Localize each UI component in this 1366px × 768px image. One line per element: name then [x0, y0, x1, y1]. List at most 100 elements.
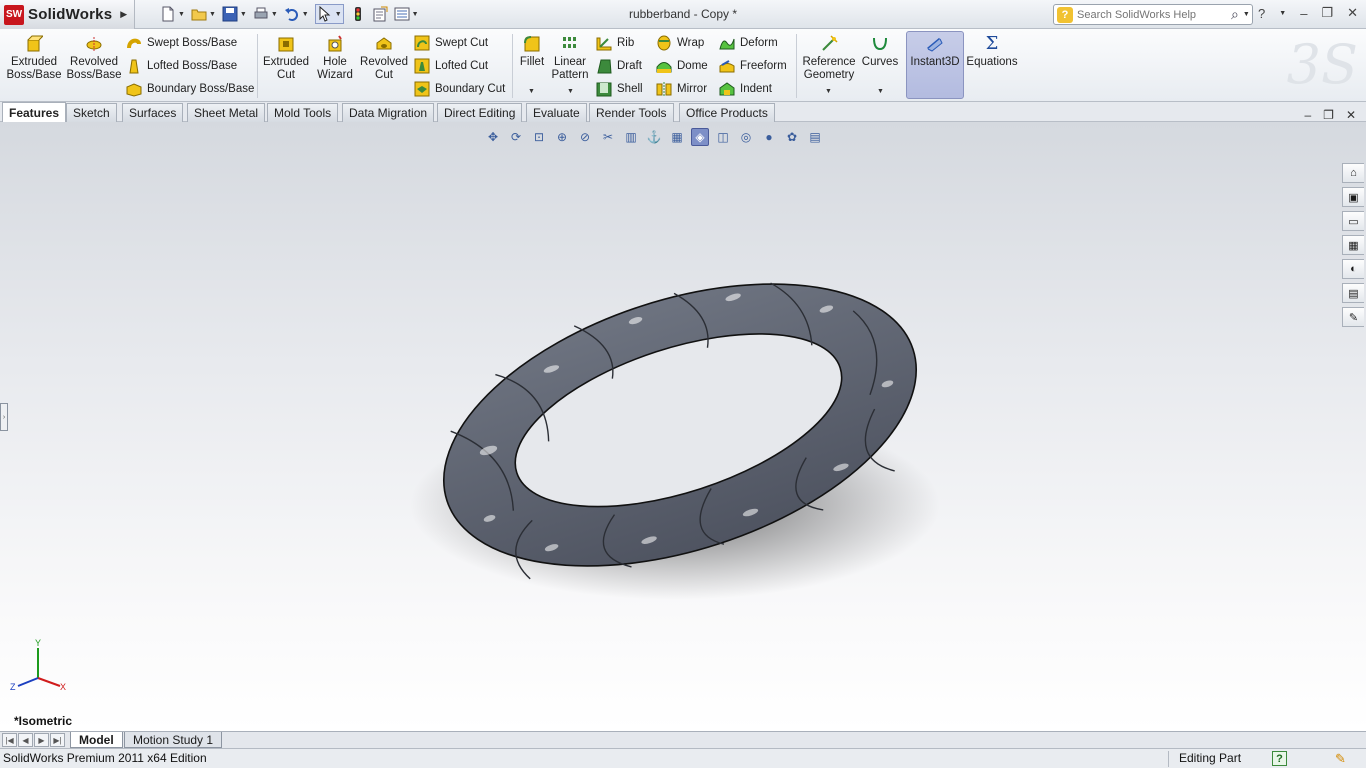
render-tools-icon[interactable]: ✿ [783, 128, 801, 146]
doc-minimize-button[interactable]: – [1304, 108, 1311, 122]
shell-button[interactable]: Shell [596, 80, 643, 98]
fillet-dropdown-icon[interactable]: ▼ [528, 88, 535, 95]
rubberband-model[interactable] [400, 240, 960, 620]
curves-dropdown-icon[interactable]: ▼ [877, 88, 884, 95]
tab-sketch[interactable]: Sketch [66, 103, 117, 122]
view-palette-icon[interactable]: ▦ [1342, 235, 1364, 255]
boundary-cut-button[interactable]: Boundary Cut [414, 80, 505, 98]
chevron-down-icon[interactable]: ▼ [1243, 11, 1250, 18]
select-button[interactable]: ▼ [314, 4, 344, 24]
tab-mold-tools[interactable]: Mold Tools [267, 103, 339, 122]
zoom-to-fit-icon[interactable]: ⊡ [530, 128, 548, 146]
tab-direct-editing[interactable]: Direct Editing [437, 103, 523, 122]
display-style-icon[interactable]: ▦ [668, 128, 686, 146]
revolved-boss-button[interactable]: Revolved Boss/Base [67, 35, 122, 82]
next-tab-icon[interactable]: ▶ [34, 733, 49, 747]
chevron-down-icon[interactable]: ▼ [240, 11, 247, 18]
lofted-boss-button[interactable]: Lofted Boss/Base [126, 57, 237, 75]
rebuild-button[interactable] [350, 4, 366, 24]
pencil-icon[interactable]: ✎ [1335, 751, 1346, 767]
edit-appearance-icon[interactable]: ◎ [737, 128, 755, 146]
tab-data-migration[interactable]: Data Migration [342, 103, 435, 122]
print-button[interactable]: ▼ [253, 4, 278, 24]
previous-view-icon[interactable]: ⊘ [576, 128, 594, 146]
document-recovery-icon[interactable]: ✎ [1342, 307, 1364, 327]
design-library-icon[interactable]: ▣ [1342, 187, 1364, 207]
chevron-down-icon[interactable]: ▼ [335, 11, 342, 18]
lofted-cut-button[interactable]: Lofted Cut [414, 57, 488, 75]
search-icon[interactable]: ⌕ [1231, 6, 1239, 23]
dynamic-annotation-icon[interactable]: ▥ [622, 128, 640, 146]
chevron-down-icon[interactable]: ▼ [271, 11, 278, 18]
options-button[interactable]: ▼ [394, 4, 419, 24]
search-input[interactable] [1077, 8, 1227, 21]
chevron-down-icon[interactable]: ▼ [302, 11, 309, 18]
apply-scene-icon[interactable]: ● [760, 128, 778, 146]
minimize-button[interactable]: – [1300, 6, 1307, 21]
file-explorer-icon[interactable]: ▭ [1342, 211, 1364, 231]
save-button[interactable]: ▼ [222, 4, 247, 24]
tab-sheet-metal[interactable]: Sheet Metal [187, 103, 266, 122]
status-help-icon[interactable]: ? [1272, 751, 1287, 766]
draft-button[interactable]: Draft [596, 57, 642, 75]
prev-tab-icon[interactable]: ◀ [18, 733, 33, 747]
tab-render-tools[interactable]: Render Tools [589, 103, 674, 122]
close-button[interactable]: ✕ [1347, 5, 1358, 21]
undo-button[interactable]: ▼ [284, 4, 309, 24]
swept-cut-button[interactable]: Swept Cut [414, 34, 488, 52]
doc-close-button[interactable]: ✕ [1346, 108, 1356, 122]
tab-office-products[interactable]: Office Products [679, 103, 775, 122]
tab-surfaces[interactable]: Surfaces [122, 103, 184, 122]
appearances-scenes-icon[interactable]: ◐ [1342, 259, 1364, 279]
linear-pattern-button[interactable]: Linear Pattern [550, 35, 590, 82]
solidworks-resources-icon[interactable]: ⌂ [1342, 163, 1364, 183]
file-properties-button[interactable] [372, 4, 388, 24]
menu-expand-arrow-icon[interactable]: ▶ [120, 9, 127, 20]
dome-button[interactable]: Dome [656, 57, 708, 75]
shaded-with-edges-icon[interactable]: ◈ [691, 128, 709, 146]
curves-button[interactable]: Curves [861, 35, 899, 69]
extruded-cut-button[interactable]: Extruded Cut [262, 35, 310, 82]
first-tab-icon[interactable]: |◀ [2, 733, 17, 747]
doc-restore-button[interactable]: ❐ [1323, 108, 1334, 122]
extruded-boss-button[interactable]: Extruded Boss/Base [7, 35, 62, 82]
view-settings-icon[interactable]: ▤ [806, 128, 824, 146]
mirror-button[interactable]: Mirror [656, 80, 707, 98]
view-orientation-icon[interactable]: ⚓ [645, 128, 663, 146]
zoom-to-area-icon[interactable]: ⊕ [553, 128, 571, 146]
rotate-icon[interactable]: ⟳ [507, 128, 525, 146]
pan-icon[interactable]: ✥ [484, 128, 502, 146]
custom-properties-icon[interactable]: ▤ [1342, 283, 1364, 303]
chevron-down-icon[interactable]: ▼ [412, 11, 419, 18]
reference-geometry-button[interactable]: Reference Geometry [800, 35, 858, 82]
tab-evaluate[interactable]: Evaluate [526, 103, 587, 122]
section-view-icon[interactable]: ✂ [599, 128, 617, 146]
deform-button[interactable]: Deform [719, 34, 778, 52]
tab-motion-study-1[interactable]: Motion Study 1 [124, 732, 223, 748]
help-button[interactable]: ? [1258, 6, 1265, 21]
pattern-dropdown-icon[interactable]: ▼ [567, 88, 574, 95]
help-search-box[interactable]: ? ⌕ ▼ [1053, 4, 1253, 25]
help-dropdown-icon[interactable]: ▼ [1279, 10, 1286, 17]
solidworks-menu-button[interactable]: SW SolidWorks ▶ [0, 0, 135, 29]
restore-button[interactable]: ❐ [1321, 5, 1333, 21]
tab-features[interactable]: Features [2, 102, 67, 122]
tab-model[interactable]: Model [70, 732, 123, 748]
swept-boss-button[interactable]: Swept Boss/Base [126, 34, 237, 52]
last-tab-icon[interactable]: ▶| [50, 733, 65, 747]
new-button[interactable]: ▼ [160, 4, 185, 24]
chevron-down-icon[interactable]: ▼ [178, 11, 185, 18]
boundary-boss-button[interactable]: Boundary Boss/Base [126, 80, 254, 98]
equations-button[interactable]: Σ Equations [966, 35, 1018, 69]
wrap-button[interactable]: Wrap [656, 34, 704, 52]
hide-show-items-icon[interactable]: ◫ [714, 128, 732, 146]
hole-wizard-button[interactable]: Hole Wizard [314, 35, 356, 82]
freeform-button[interactable]: Freeform [719, 57, 787, 75]
reference-geometry-dropdown-icon[interactable]: ▼ [825, 88, 832, 95]
rib-button[interactable]: Rib [596, 34, 634, 52]
fillet-button[interactable]: Fillet [518, 35, 546, 69]
feature-manager-expand-handle[interactable]: › [0, 403, 8, 431]
revolved-cut-button[interactable]: Revolved Cut [359, 35, 409, 82]
indent-button[interactable]: Indent [719, 80, 772, 98]
open-button[interactable]: ▼ [191, 4, 216, 24]
